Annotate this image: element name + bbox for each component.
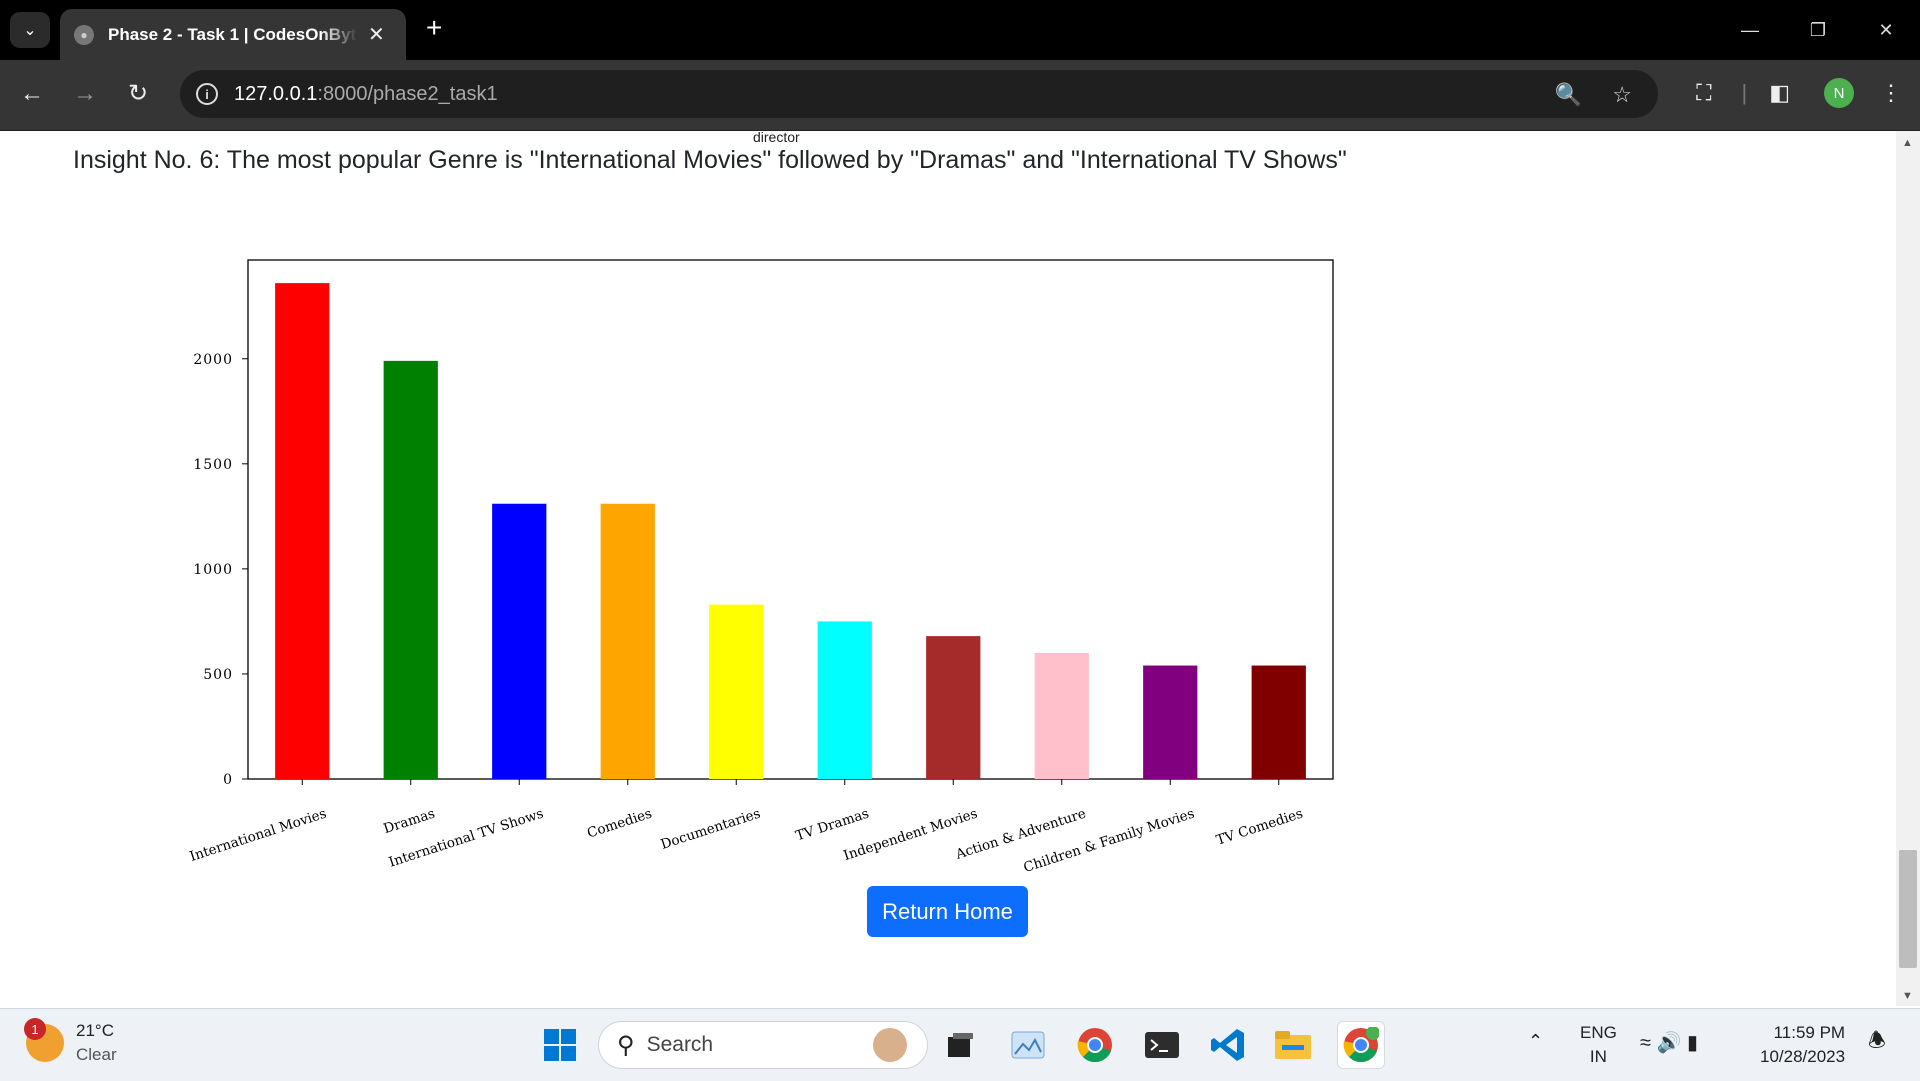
restore-icon[interactable]: ❐ <box>1784 0 1852 60</box>
x-tick-label: Documentaries <box>659 806 763 853</box>
system-tray-icons[interactable]: ≈ 🔊 ▮ <box>1640 1031 1698 1055</box>
language-indicator[interactable]: ENG IN <box>1580 1021 1617 1069</box>
vscode-icon[interactable] <box>1208 1025 1248 1065</box>
scroll-down-icon[interactable]: ▼ <box>1902 990 1913 1002</box>
extensions-icon[interactable]: ⛶ <box>1696 80 1711 106</box>
language-code: ENG <box>1580 1023 1617 1042</box>
search-placeholder: Search <box>646 1033 714 1056</box>
minimize-icon[interactable]: — <box>1716 0 1784 60</box>
toolbar-divider: | <box>1741 80 1748 105</box>
chevron-down-icon: ⌄ <box>23 22 37 39</box>
y-tick-label: 1500 <box>193 457 233 473</box>
close-icon[interactable]: ✕ <box>368 22 385 47</box>
bar <box>275 283 330 779</box>
clock-date: 10/28/2023 <box>1760 1047 1846 1066</box>
x-tick-label: Children & Family Movies <box>1022 806 1197 871</box>
new-tab-plus-icon[interactable]: + <box>426 12 442 44</box>
return-home-button[interactable]: Return Home <box>867 886 1028 937</box>
profile-avatar[interactable]: N <box>1824 78 1854 108</box>
bar <box>1251 665 1306 779</box>
file-explorer-icon[interactable] <box>1273 1025 1313 1065</box>
terminal-icon[interactable] <box>1142 1025 1182 1065</box>
notification-bell-icon[interactable]: 🕭 <box>1868 1029 1886 1053</box>
forward-arrow-icon[interactable]: → <box>73 80 97 108</box>
x-tick-label: International Movies <box>188 806 329 865</box>
y-tick-label: 0 <box>223 772 233 788</box>
page-content: director Insight No. 6: The most popular… <box>0 131 1896 1006</box>
zoom-icon[interactable]: 🔍 <box>1555 82 1582 108</box>
active-tab[interactable]: ● Phase 2 - Task 1 | CodesOnByte ✕ <box>60 9 406 60</box>
region-code: IN <box>1589 1047 1607 1066</box>
menu-kebab-icon[interactable]: ⋮ <box>1880 80 1902 106</box>
battery-icon: ▮ <box>1687 1032 1699 1054</box>
task-view-icon[interactable] <box>940 1025 980 1065</box>
weather-badge: 1 <box>24 1018 46 1040</box>
bar <box>1143 665 1198 779</box>
clock-time: 11:59 PM <box>1773 1023 1846 1042</box>
weather-widget[interactable]: 1 21°C Clear <box>24 1018 117 1067</box>
temperature: 21°C <box>76 1021 114 1040</box>
x-tick-label: Comedies <box>585 806 654 842</box>
bar <box>600 503 655 779</box>
search-highlight-icon <box>873 1028 907 1062</box>
bar <box>817 621 872 779</box>
windows-start-icon[interactable] <box>540 1025 580 1065</box>
weather-moon-icon: 1 <box>24 1018 64 1062</box>
bar <box>1034 652 1089 779</box>
browser-toolbar: ← → ↻ i 127.0.0.1:8000/phase2_task1 🔍 ☆ … <box>0 60 1920 131</box>
windows-taskbar: 1 21°C Clear ⚲ Search ⌃ ENG IN ≈ 🔊 ▮ 11:… <box>0 1008 1920 1081</box>
photos-app-icon[interactable] <box>1008 1025 1048 1065</box>
genre-bar-chart: 0 500 1000 1500 2000 International Movies Dram… <box>188 259 1334 871</box>
y-tick-label: 500 <box>203 667 233 683</box>
back-arrow-icon[interactable]: ← <box>20 80 44 108</box>
star-icon[interactable]: ☆ <box>1612 82 1632 108</box>
url-text[interactable]: 127.0.0.1:8000/phase2_task1 <box>234 83 498 106</box>
y-tick-label: 1000 <box>193 562 233 578</box>
clock[interactable]: 11:59 PM 10/28/2023 <box>1760 1021 1845 1069</box>
x-tick-label: Dramas <box>382 806 438 838</box>
y-tick-label: 2000 <box>193 352 233 368</box>
tab-title: Phase 2 - Task 1 | CodesOnByte <box>108 24 358 44</box>
chrome-active-profile-icon[interactable] <box>1337 1021 1385 1069</box>
address-bar[interactable]: i 127.0.0.1:8000/phase2_task1 🔍 ☆ <box>180 70 1658 118</box>
browser-tab-bar: ⌄ ● Phase 2 - Task 1 | CodesOnByte ✕ + —… <box>0 0 1920 60</box>
close-window-icon[interactable]: ✕ <box>1852 0 1920 60</box>
bar <box>383 360 438 779</box>
side-panel-icon[interactable]: ◧ <box>1769 80 1790 106</box>
bar <box>492 503 547 779</box>
x-tick-label: TV Dramas <box>794 806 871 845</box>
bar <box>709 604 764 779</box>
url-host: 127.0.0.1 <box>234 82 318 105</box>
url-path: :8000/phase2_task1 <box>317 82 498 105</box>
x-tick-label: TV Comedies <box>1214 806 1305 849</box>
scroll-up-icon[interactable]: ▲ <box>1902 137 1913 149</box>
weather-condition: Clear <box>76 1045 117 1064</box>
reload-icon[interactable]: ↻ <box>128 80 148 108</box>
scroll-thumb[interactable] <box>1899 850 1917 968</box>
window-controls: — ❐ ✕ <box>1716 0 1920 60</box>
tab-search-button[interactable]: ⌄ <box>10 12 50 48</box>
volume-icon: 🔊 <box>1656 1032 1682 1054</box>
wifi-icon: ≈ <box>1640 1032 1651 1054</box>
bar <box>926 636 981 779</box>
search-icon: ⚲ <box>617 1031 635 1059</box>
chrome-icon[interactable] <box>1075 1025 1115 1065</box>
info-icon[interactable]: i <box>196 83 218 105</box>
show-hidden-icons-chevron-icon[interactable]: ⌃ <box>1528 1029 1543 1053</box>
taskbar-search[interactable]: ⚲ Search <box>598 1021 928 1069</box>
globe-icon: ● <box>74 24 94 45</box>
